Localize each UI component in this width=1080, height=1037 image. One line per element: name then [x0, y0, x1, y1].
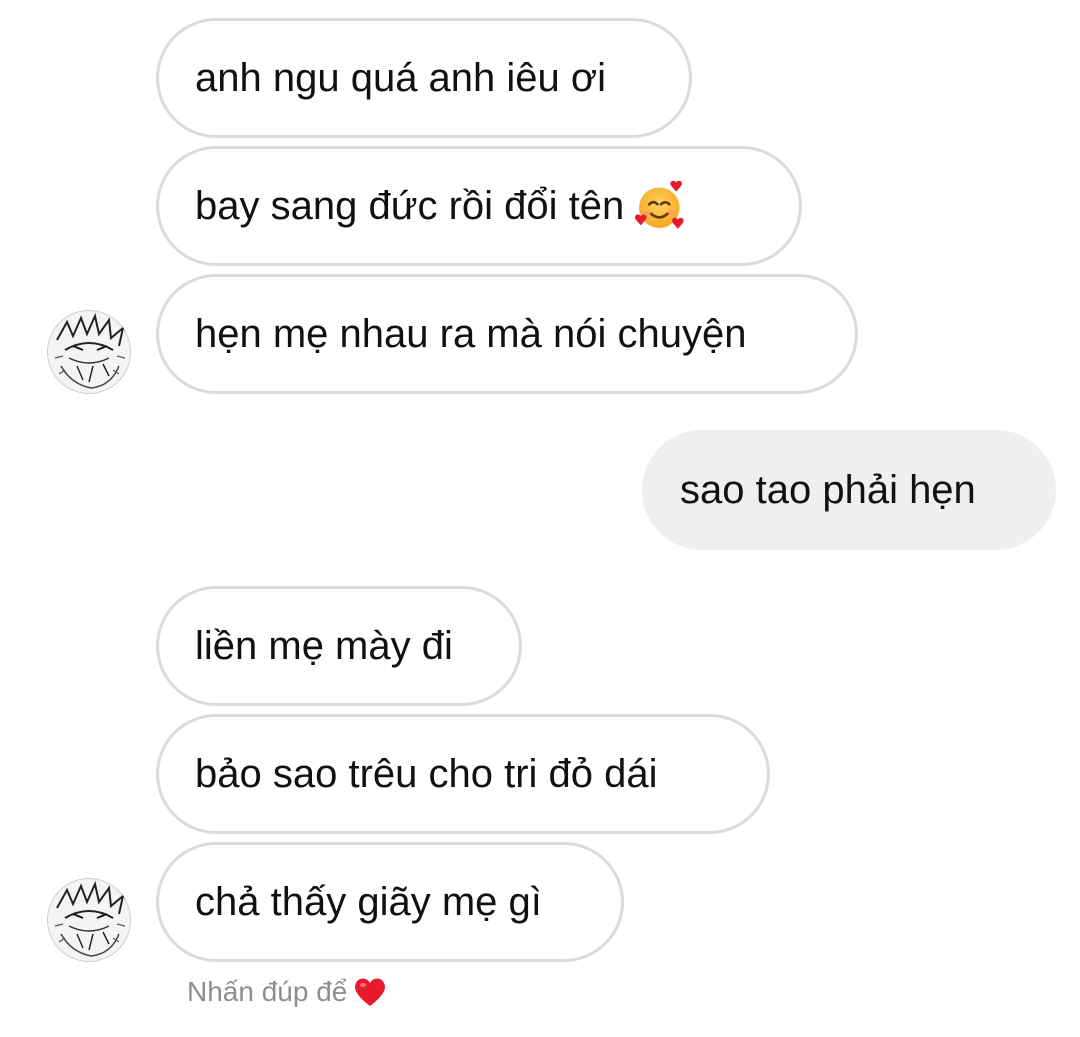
message-text: chả thấy giãy mẹ gì — [195, 880, 542, 924]
message-bubble-incoming[interactable]: bảo sao trêu cho tri đỏ dái — [156, 714, 770, 834]
message-bubble-incoming[interactable]: anh ngu quá anh iêu ơi — [156, 18, 692, 138]
smiling-face-with-hearts-icon — [635, 180, 684, 229]
message-text: liền mẹ mày đi — [195, 624, 453, 668]
message-text: anh ngu quá anh iêu ơi — [195, 56, 607, 100]
message-bubble-incoming[interactable]: liền mẹ mày đi — [156, 586, 522, 706]
message-text: hẹn mẹ nhau ra mà nói chuyện — [195, 312, 747, 356]
red-heart-icon — [355, 978, 386, 1006]
message-text: sao tao phải hẹn — [680, 468, 976, 512]
manga-avatar-icon — [48, 311, 130, 393]
manga-avatar-icon — [48, 879, 130, 961]
double-tap-hint: Nhấn đúp để — [187, 976, 387, 1008]
message-text: bay sang đức rồi đổi tên — [195, 184, 625, 228]
message-bubble-incoming[interactable]: chả thấy giãy mẹ gì — [156, 842, 624, 962]
message-bubble-incoming[interactable]: bay sang đức rồi đổi tên — [156, 146, 802, 266]
sender-avatar[interactable] — [47, 310, 131, 394]
hint-text: Nhấn đúp để — [187, 976, 348, 1007]
message-bubble-outgoing[interactable]: sao tao phải hẹn — [642, 430, 1056, 550]
sender-avatar[interactable] — [47, 878, 131, 962]
message-text: bảo sao trêu cho tri đỏ dái — [195, 752, 658, 796]
message-bubble-incoming[interactable]: hẹn mẹ nhau ra mà nói chuyện — [156, 274, 858, 394]
